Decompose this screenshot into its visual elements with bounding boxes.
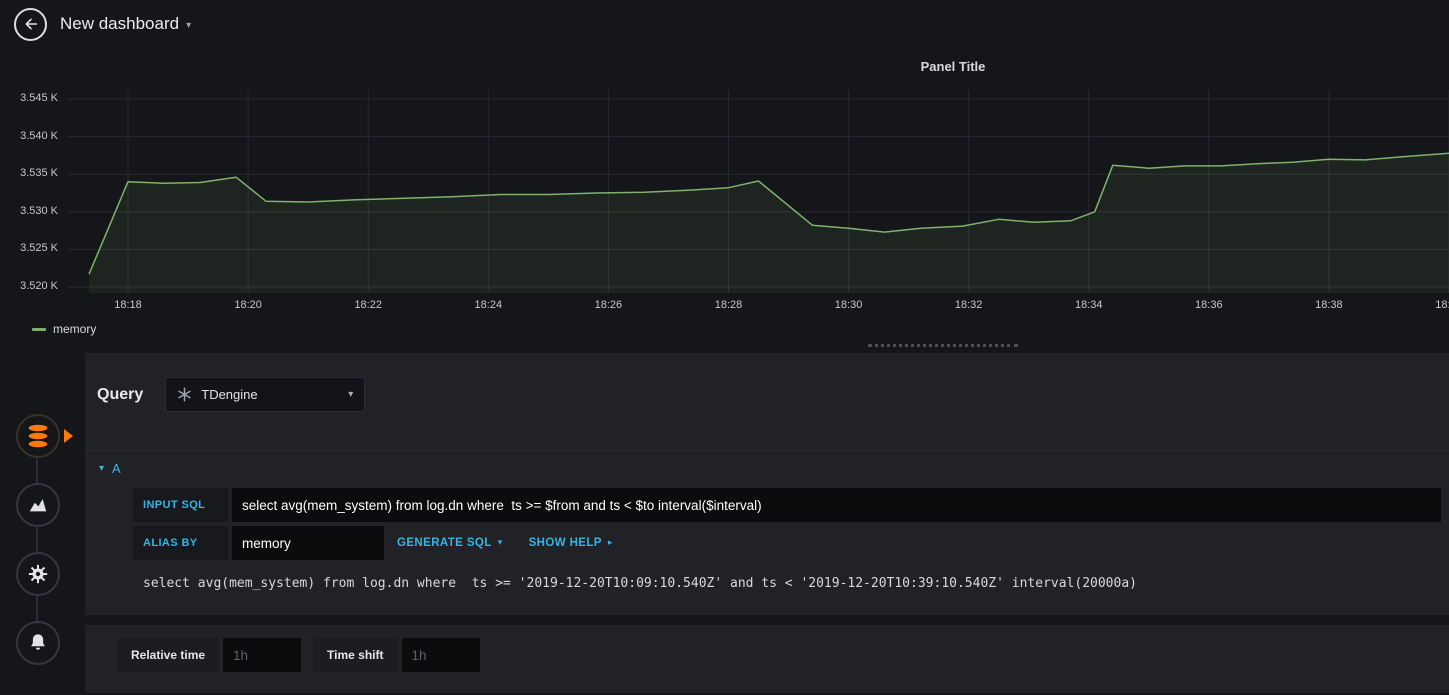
graph-icon [29, 499, 46, 512]
x-axis-label: 18:32 [954, 299, 983, 311]
input-sql-field[interactable] [232, 488, 1441, 522]
bell-icon [30, 634, 45, 650]
x-axis-label: 18:34 [1074, 299, 1103, 311]
collapse-caret-icon: ▾ [99, 463, 105, 474]
show-help-button[interactable]: SHOW HELP ▸ [516, 526, 626, 560]
y-axis-label: 3.540 K [20, 129, 58, 142]
tdengine-logo-icon [178, 387, 191, 402]
generate-sql-button[interactable]: GENERATE SQL ▾ [384, 526, 516, 560]
input-sql-row: INPUT SQL [133, 488, 1441, 522]
query-ref-header[interactable]: ▾ A [85, 450, 1449, 488]
chevron-down-icon: ▾ [186, 20, 192, 31]
tab-queries[interactable] [15, 414, 60, 458]
legend-color-swatch [32, 327, 46, 331]
query-ref-id: A [112, 461, 121, 476]
relative-time-input[interactable] [223, 638, 302, 672]
dashboard-title: New dashboard [60, 14, 180, 33]
y-axis-label: 3.525 K [20, 242, 58, 255]
y-axis-label: 3.535 K [20, 167, 58, 180]
y-axis: 3.520 K 3.525 K 3.530 K 3.535 K 3.540 K 3.545… [10, 76, 68, 316]
input-sql-label: INPUT SQL [133, 488, 228, 522]
legend-series-label[interactable]: memory [53, 322, 96, 336]
query-header: Query TDengine ▾ [85, 353, 1449, 430]
tabs-connector-line [36, 436, 38, 643]
database-icon [28, 424, 47, 448]
time-series-chart[interactable]: 3.520 K 3.525 K 3.530 K 3.535 K 3.540 K 3.545… [10, 76, 1449, 316]
top-nav: New dashboard ▾ [0, 0, 1449, 48]
back-arrow-icon [25, 18, 37, 30]
time-shift-label: Time shift [313, 638, 398, 672]
x-axis-label: 18:22 [354, 299, 382, 311]
x-axis-label: 18:36 [1195, 299, 1223, 311]
chevron-down-icon: ▾ [348, 389, 354, 400]
time-options-card: Relative time Time shift [85, 625, 1449, 693]
show-help-label: SHOW HELP [528, 537, 602, 549]
x-axis-label: 18:18 [114, 299, 142, 311]
x-axis-label: 18:30 [834, 299, 863, 311]
tab-general[interactable] [15, 552, 60, 596]
relative-time-label: Relative time [117, 638, 220, 672]
query-section-title: Query [97, 385, 144, 403]
x-axis-label: 18:28 [714, 299, 743, 311]
tab-alert[interactable] [15, 621, 60, 665]
alias-by-row: ALIAS BY GENERATE SQL ▾ SHOW HELP ▸ [133, 526, 1441, 560]
chart-panel: Panel Title 3.520 K 3.525 K 3.530 K 3.535 K… [10, 48, 1449, 338]
back-button[interactable] [14, 7, 47, 41]
panel-editor: Query TDengine ▾ ▾ A INPUT SQL select av… [0, 353, 1449, 693]
gear-icon [28, 564, 47, 584]
panel-title[interactable]: Panel Title [921, 59, 986, 74]
tab-visualization[interactable] [15, 483, 60, 527]
editor-resize-handle[interactable] [868, 344, 1018, 347]
datasource-name: TDengine [201, 387, 258, 402]
alias-by-label: ALIAS BY [133, 526, 228, 560]
chart-legend: memory [32, 320, 1449, 338]
chevron-down-icon: ▾ [497, 538, 503, 548]
alias-by-field[interactable] [232, 526, 384, 560]
generated-sql-preview: select avg(mem_system) from log.dn where… [143, 576, 1137, 591]
chevron-right-icon: ▸ [607, 538, 613, 548]
datasource-picker[interactable]: TDengine ▾ [165, 377, 366, 412]
editor-tabs-sidebar [0, 353, 75, 693]
x-axis-label: 18:40 [1435, 299, 1449, 311]
query-form: INPUT SQL ALIAS BY GENERATE SQL ▾ SHOW H… [85, 488, 1449, 591]
query-card: Query TDengine ▾ ▾ A INPUT SQL select av… [85, 353, 1449, 615]
time-shift-input[interactable] [401, 638, 480, 672]
editor-main: Query TDengine ▾ ▾ A INPUT SQL select av… [85, 353, 1449, 693]
x-axis-label: 18:20 [234, 299, 262, 311]
dashboard-title-menu[interactable]: New dashboard ▾ [60, 14, 191, 34]
x-axis-label: 18:26 [594, 299, 623, 311]
x-axis-label: 18:24 [474, 299, 503, 311]
generate-sql-label: GENERATE SQL [397, 537, 492, 549]
y-axis-label: 3.545 K [20, 92, 58, 105]
y-axis-label: 3.530 K [20, 204, 58, 217]
x-axis-label: 18:38 [1315, 299, 1343, 311]
chart-plot-area [68, 90, 1449, 293]
y-axis-label: 3.520 K [20, 279, 58, 292]
